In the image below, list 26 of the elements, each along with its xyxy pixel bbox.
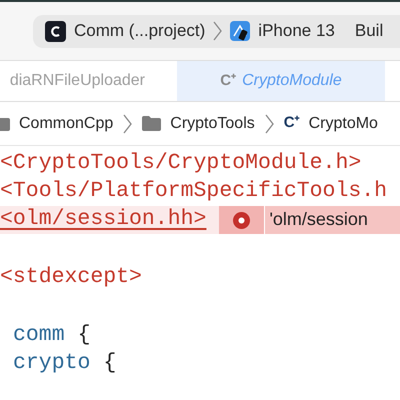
chevron-icon (213, 21, 222, 41)
chevron-icon (264, 114, 274, 134)
code-punctuation: { (103, 350, 116, 378)
error-icon (233, 212, 250, 228)
cpp-file-icon: C⁺ (220, 70, 236, 92)
build-status: Buil (354, 20, 384, 42)
code-punctuation: { (78, 322, 91, 350)
breadcrumb-item[interactable]: CryptoMo (308, 112, 378, 136)
code-text: <olm/session.hh> (0, 206, 206, 234)
code-text: comm (13, 322, 65, 350)
error-message: 'olm/session (268, 208, 368, 232)
code-text: crypto (13, 350, 90, 378)
folder-icon (142, 116, 162, 131)
scheme-selector[interactable]: Comm (...project) iPhone 13 Buil (33, 14, 400, 48)
chevron-icon (123, 114, 132, 134)
device-name: iPhone 13 (258, 20, 335, 42)
cpp-file-icon: C⁺ (284, 112, 300, 135)
code-text: <stdexcept> (0, 264, 142, 292)
breadcrumb-item[interactable]: CommonCpp (19, 112, 114, 136)
breadcrumb-item[interactable]: CryptoTools (170, 112, 255, 136)
code-text: <CryptoTools/CryptoModule.h> (0, 150, 362, 178)
simulator-icon (230, 21, 250, 41)
error-annotation[interactable]: 'olm/session (219, 206, 400, 234)
project-name: Comm (...project) (74, 20, 206, 42)
code-text: <Tools/PlatformSpecificTools.h (0, 178, 388, 206)
app-icon (45, 20, 66, 42)
